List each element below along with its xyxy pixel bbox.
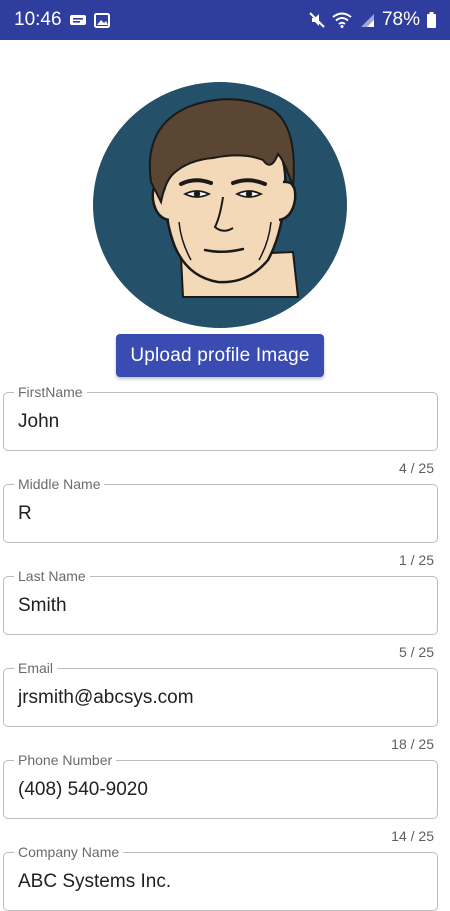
phone-number-input[interactable]: (408) 540-9020 [18,779,426,801]
middle-name-label: Middle Name [18,476,101,492]
last-name-counter: 5 / 25 [398,644,434,660]
first-name-input[interactable]: John [18,411,426,433]
email-field[interactable]: Email jrsmith@abcsys.com [3,661,438,727]
avatar-face-illustration [148,98,300,298]
last-name-field[interactable]: Last Name Smith [3,569,438,635]
email-input[interactable]: jrsmith@abcsys.com [18,687,426,709]
middle-name-field[interactable]: Middle Name R [3,477,438,543]
signal-icon [359,13,375,28]
email-label: Email [18,660,54,676]
last-name-label: Last Name [18,568,86,584]
battery-percent: 78% [381,9,420,30]
notification-icon [69,13,87,27]
phone-number-field[interactable]: Phone Number (408) 540-9020 [3,753,438,819]
last-name-input[interactable]: Smith [18,595,426,617]
status-bar-right: 78% [309,9,436,31]
middle-name-counter: 1 / 25 [398,552,434,568]
status-bar-left: 10:46 [14,9,110,31]
last-name-outline: Last Name Smith [3,569,438,635]
phone-number-counter: 14 / 25 [391,828,434,844]
first-name-field[interactable]: FirstName John [3,385,438,451]
phone-number-outline: Phone Number (408) 540-9020 [3,753,438,819]
first-name-counter: 4 / 25 [398,460,434,476]
phone-number-label: Phone Number [18,752,113,768]
image-icon [93,12,110,28]
profile-avatar[interactable] [93,82,347,328]
email-outline: Email jrsmith@abcsys.com [3,661,438,727]
email-counter: 18 / 25 [391,736,434,752]
company-name-field[interactable]: Company Name ABC Systems Inc. [3,845,438,911]
first-name-label: FirstName [18,384,83,400]
wifi-icon [332,12,352,28]
company-name-label: Company Name [18,844,120,860]
middle-name-outline: Middle Name R [3,477,438,543]
first-name-outline: FirstName John [3,385,438,451]
status-bar: 10:46 78% [0,0,450,40]
middle-name-input[interactable]: R [18,503,426,525]
company-name-outline: Company Name ABC Systems Inc. [3,845,438,911]
upload-profile-image-button[interactable]: Upload profile Image [116,334,324,377]
clock: 10:46 [14,9,62,30]
company-name-input[interactable]: ABC Systems Inc. [18,871,426,893]
mute-icon [309,12,325,28]
battery-icon [427,12,436,28]
